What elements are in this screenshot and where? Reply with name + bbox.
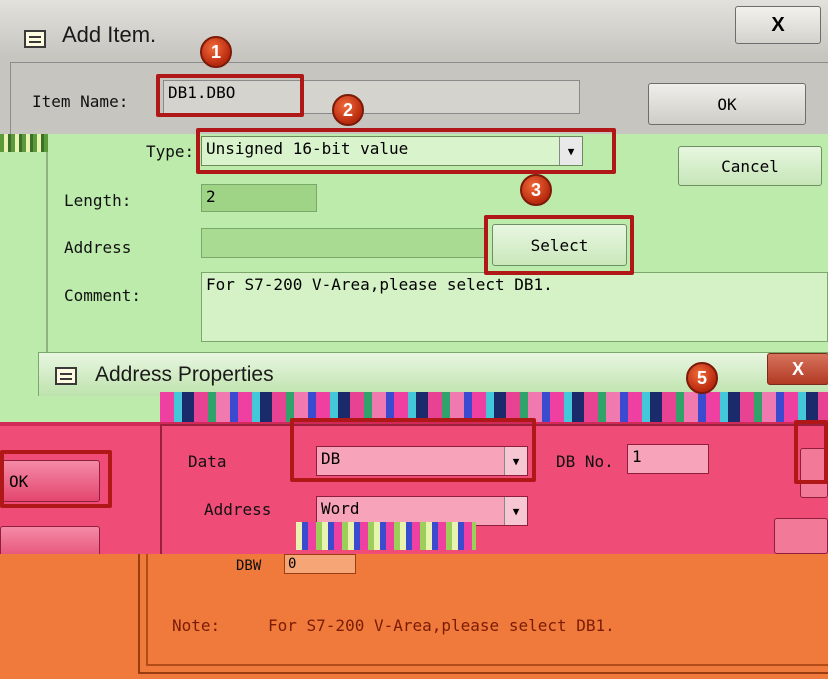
- length-input[interactable]: 2: [201, 184, 317, 212]
- note-label: Note:: [172, 616, 221, 635]
- highlight-item-name: [156, 74, 304, 117]
- cancel-button[interactable]: Cancel: [678, 146, 822, 186]
- address-input[interactable]: [201, 228, 487, 258]
- address-props-title: Address Properties: [95, 363, 274, 386]
- dialog-window-icon: [55, 367, 77, 385]
- highlight-ok-right: [794, 420, 828, 484]
- address-props-note-band: DBW 0 Note: For S7-200 V-Area,please sel…: [0, 554, 828, 679]
- db-no-label: DB No.: [556, 452, 614, 471]
- step-badge: 2: [332, 94, 364, 126]
- artifact-fill: [0, 352, 38, 396]
- cancel-button[interactable]: [774, 518, 828, 554]
- add-item-title: Add Item.: [62, 22, 157, 47]
- highlight-data: [290, 418, 536, 482]
- artifact-strip: [0, 134, 48, 152]
- add-item-titlebar-band: Add Item. X Item Name: DB1.DBO OK: [0, 0, 828, 134]
- dialog-window-icon: [24, 30, 46, 48]
- comment-textarea[interactable]: For S7-200 V-Area,please select DB1.: [201, 272, 828, 342]
- address-select-value: Word: [321, 499, 360, 518]
- highlight-select: [484, 215, 634, 275]
- close-icon: X: [791, 358, 804, 379]
- highlight-ok: [0, 450, 112, 508]
- artifact-strip: [296, 522, 476, 550]
- item-name-label: Item Name:: [32, 92, 129, 111]
- address-label: Address: [204, 500, 272, 519]
- highlight-type: [196, 128, 616, 174]
- address-props-close-button[interactable]: X: [767, 353, 828, 385]
- step-badge: 1: [200, 36, 232, 68]
- length-label: Length:: [64, 191, 132, 210]
- data-label: Data: [188, 452, 227, 471]
- type-label: Type:: [146, 142, 195, 161]
- artifact-fill: [0, 396, 160, 423]
- note-text: For S7-200 V-Area,please select DB1.: [268, 616, 615, 635]
- step-badge: 3: [520, 174, 552, 206]
- dbw-label: DBW: [236, 558, 262, 574]
- close-icon: X: [771, 13, 785, 36]
- dbw-input[interactable]: 0: [284, 554, 356, 574]
- db-no-input[interactable]: 1: [627, 444, 709, 474]
- comment-label: Comment:: [64, 286, 142, 305]
- ok-button[interactable]: OK: [648, 83, 806, 125]
- close-button[interactable]: X: [735, 6, 821, 44]
- step-badge: 5: [686, 362, 718, 394]
- dropdown-arrow-icon: ▼: [504, 497, 527, 525]
- address-label: Address: [64, 238, 132, 257]
- cancel-button[interactable]: [0, 526, 100, 554]
- form-left-border: [46, 134, 48, 352]
